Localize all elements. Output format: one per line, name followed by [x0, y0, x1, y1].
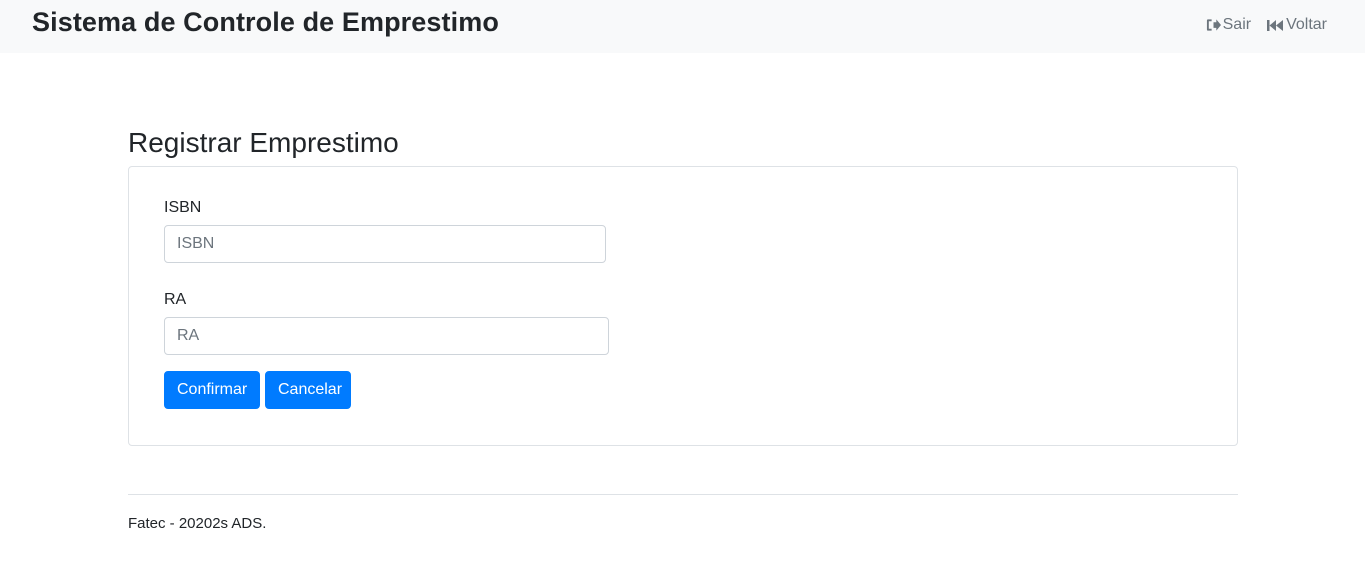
- confirm-button[interactable]: Confirmar: [164, 371, 260, 409]
- cancel-button[interactable]: Cancelar: [265, 371, 351, 409]
- back-link-label: Voltar: [1286, 16, 1327, 33]
- ra-label: RA: [164, 291, 187, 308]
- sign-out-icon: [1206, 18, 1221, 32]
- isbn-input[interactable]: [164, 225, 606, 263]
- navbar: Sistema de Controle de Emprestimo Sair V…: [0, 0, 1365, 53]
- nav-links: Sair Voltar: [1206, 15, 1327, 35]
- logout-link[interactable]: Sair: [1206, 15, 1251, 35]
- loan-form-card: ISBN RA Confirmar Cancelar: [128, 166, 1238, 446]
- brand-title[interactable]: Sistema de Controle de Emprestimo: [32, 5, 499, 39]
- back-link[interactable]: Voltar: [1267, 15, 1327, 35]
- isbn-label: ISBN: [164, 199, 202, 216]
- footer-text: Fatec - 20202s ADS.: [128, 515, 267, 532]
- footer-divider: [128, 494, 1238, 495]
- ra-input[interactable]: [164, 317, 609, 355]
- fast-backward-icon: [1267, 19, 1284, 32]
- logout-link-label: Sair: [1222, 16, 1252, 33]
- page-title: Registrar Emprestimo: [128, 127, 399, 158]
